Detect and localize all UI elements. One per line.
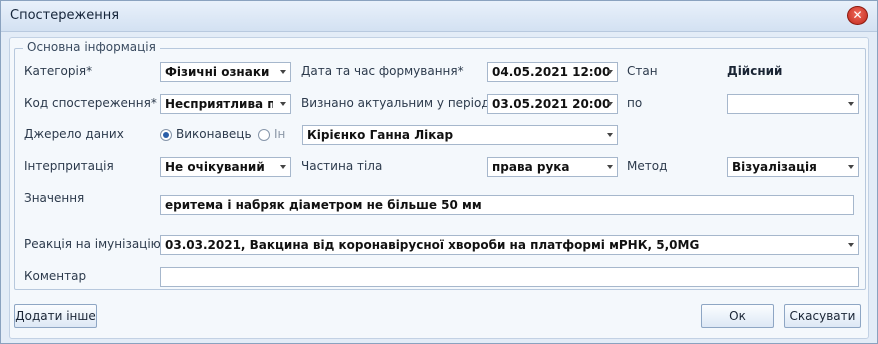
state-label: Стан bbox=[627, 64, 658, 78]
close-button[interactable]: ✕ bbox=[847, 6, 868, 25]
chevron-down-icon bbox=[607, 102, 613, 106]
method-label: Метод bbox=[627, 159, 668, 173]
ok-button[interactable]: Ок bbox=[701, 304, 774, 328]
chevron-down-icon bbox=[607, 165, 613, 169]
source-option-other: Ін bbox=[274, 127, 286, 141]
method-value: Візуалізація bbox=[732, 160, 817, 174]
dialog-title: Спостереження bbox=[10, 8, 120, 23]
close-icon: ✕ bbox=[852, 8, 863, 22]
period-from-picker[interactable]: 03.05.2021 20:00 bbox=[487, 94, 618, 114]
chevron-down-icon bbox=[848, 243, 854, 247]
chevron-down-icon bbox=[607, 133, 613, 137]
reaction-value: 03.03.2021, Вакцина від коронавірусної х… bbox=[165, 238, 700, 252]
created-datetime-picker[interactable]: 04.05.2021 12:00 bbox=[487, 62, 618, 82]
source-select[interactable]: Кірієнко Ганна Лікар bbox=[302, 125, 618, 145]
group-title: Основна інформація bbox=[23, 40, 160, 54]
source-option-performer: Виконавець bbox=[176, 127, 252, 141]
body-part-value: права рука bbox=[492, 160, 570, 174]
comment-label: Коментар bbox=[24, 269, 87, 283]
interpretation-label: Інтерпритація bbox=[24, 159, 114, 173]
category-label: Категорія* bbox=[24, 64, 93, 78]
chevron-down-icon bbox=[848, 165, 854, 169]
add-other-button[interactable]: Додати інше bbox=[14, 304, 97, 328]
chevron-down-icon bbox=[280, 70, 286, 74]
period-from-label: Визнано актуальним у період з* bbox=[301, 96, 506, 110]
comment-input[interactable] bbox=[160, 267, 859, 287]
chevron-down-icon bbox=[280, 102, 286, 106]
state-value: Дійсний bbox=[727, 64, 783, 78]
cancel-button[interactable]: Скасувати bbox=[784, 304, 861, 328]
created-value: 04.05.2021 12:00 bbox=[492, 65, 611, 79]
period-from-value: 03.05.2021 20:00 bbox=[492, 97, 611, 111]
value-input[interactable]: еритема і набряк діаметром не більше 50 … bbox=[160, 195, 854, 215]
method-select[interactable]: Візуалізація bbox=[727, 157, 859, 177]
main-info-group: Основна інформація Категорія* Фізичні оз… bbox=[14, 40, 866, 290]
code-label: Код спостереження* bbox=[24, 96, 157, 110]
period-to-label: по bbox=[627, 96, 643, 110]
source-radio-other[interactable] bbox=[258, 129, 270, 141]
period-to-picker[interactable] bbox=[727, 94, 859, 114]
code-select[interactable]: Несприятлива под bbox=[160, 94, 291, 114]
dialog-body: Основна інформація Категорія* Фізичні оз… bbox=[9, 37, 869, 339]
category-select[interactable]: Фізичні ознаки bbox=[160, 62, 291, 82]
category-value: Фізичні ознаки bbox=[165, 65, 270, 79]
body-part-select[interactable]: права рука bbox=[487, 157, 618, 177]
body-part-label: Частина тіла bbox=[301, 159, 383, 173]
interpretation-select[interactable]: Не очікуваний bbox=[160, 157, 291, 177]
reaction-label: Реакція на імунізацію* bbox=[24, 237, 167, 251]
chevron-down-icon bbox=[607, 70, 613, 74]
source-radio-performer[interactable] bbox=[160, 129, 172, 141]
interpretation-value: Не очікуваний bbox=[165, 160, 265, 174]
title-bar: Спостереження ✕ bbox=[1, 1, 877, 32]
value-text: еритема і набряк діаметром не більше 50 … bbox=[165, 198, 482, 212]
chevron-down-icon bbox=[848, 102, 854, 106]
value-label: Значення bbox=[24, 191, 85, 205]
source-value: Кірієнко Ганна Лікар bbox=[307, 128, 454, 142]
chevron-down-icon bbox=[280, 165, 286, 169]
created-label: Дата та час формування* bbox=[301, 64, 464, 78]
source-label: Джерело даних bbox=[24, 127, 124, 141]
reaction-select[interactable]: 03.03.2021, Вакцина від коронавірусної х… bbox=[160, 235, 859, 255]
observation-dialog: Спостереження ✕ Основна інформація Катег… bbox=[0, 0, 878, 344]
code-value: Несприятлива под bbox=[165, 97, 273, 111]
